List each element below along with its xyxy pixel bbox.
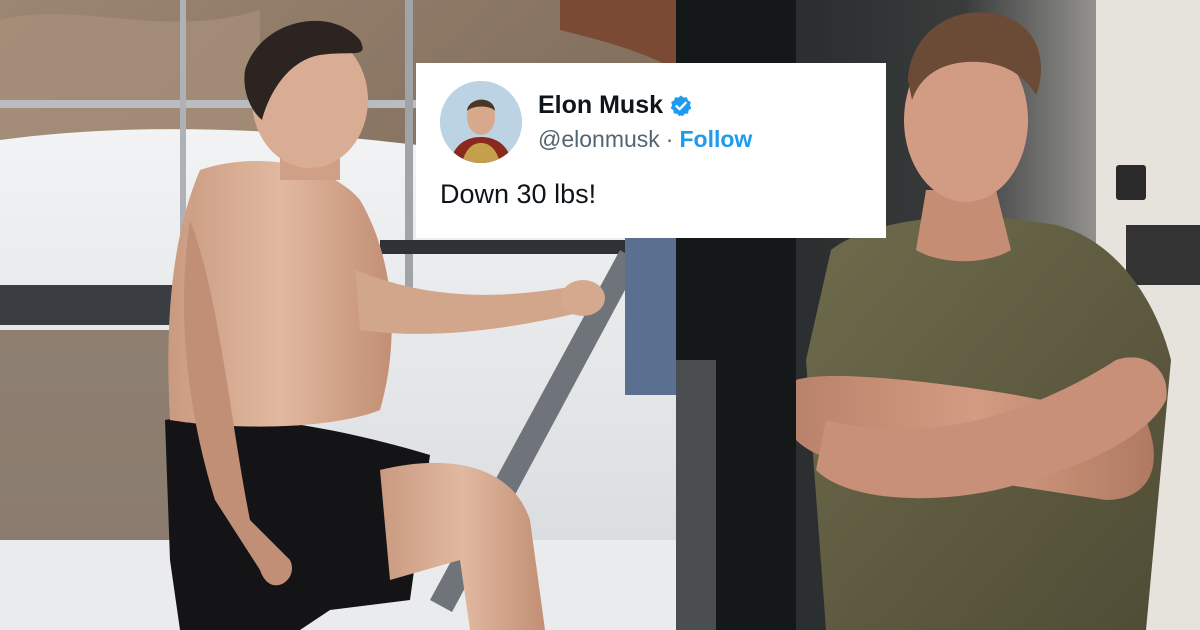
author-info: Elon Musk @elonmusk · Follow [538, 91, 752, 153]
tweet-text: Down 30 lbs! [440, 179, 597, 209]
tweet-header: Elon Musk @elonmusk · Follow [440, 81, 862, 163]
separator-dot: · [665, 126, 674, 152]
display-name[interactable]: Elon Musk [538, 91, 663, 120]
handle[interactable]: @elonmusk [538, 126, 660, 153]
tweet-card: Elon Musk @elonmusk · Follow Down 30 lbs… [416, 63, 886, 238]
verified-badge-icon [669, 94, 693, 118]
avatar[interactable] [440, 81, 522, 163]
follow-button[interactable]: Follow [679, 126, 752, 153]
